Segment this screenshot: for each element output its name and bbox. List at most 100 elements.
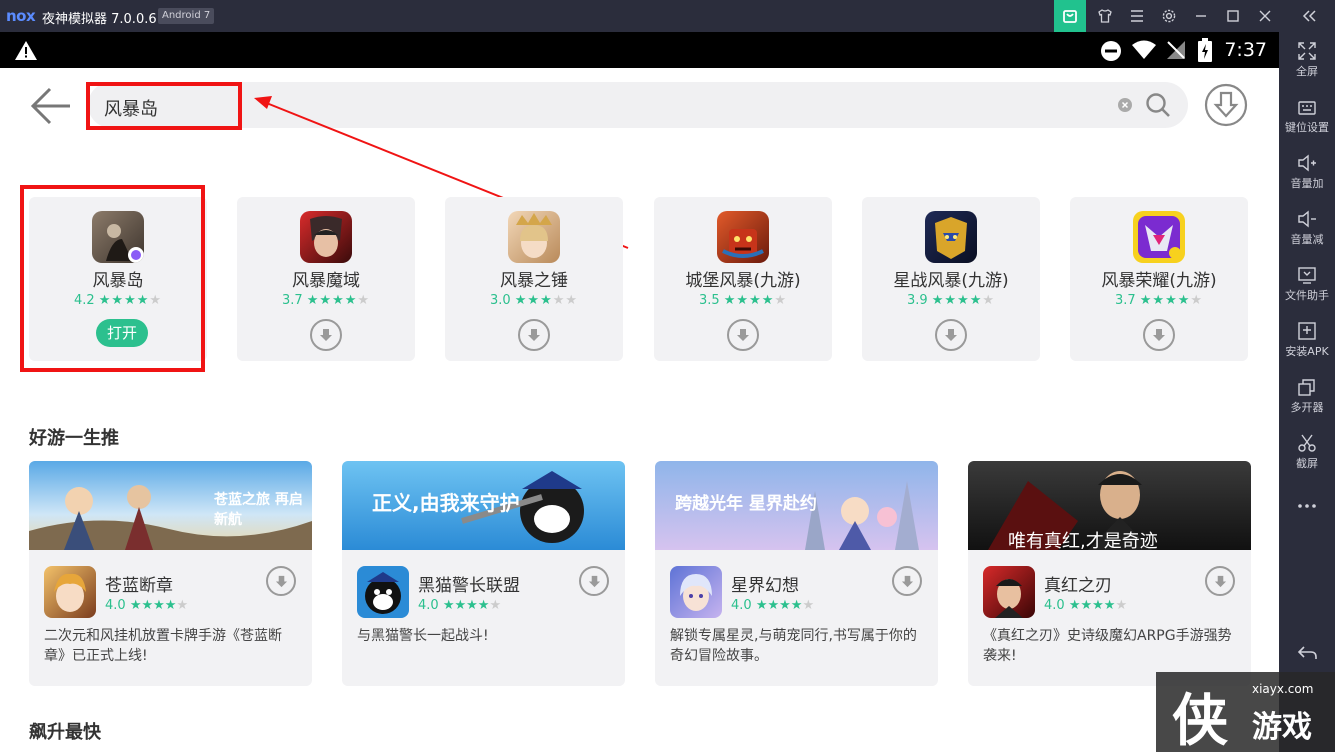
app-rating: 3.7 ★★★★★ (1114, 293, 1204, 308)
install-apk-icon (1298, 322, 1316, 340)
game-card[interactable]: 唯有真红,才是奇迹 真红之刃 4.0 ★★★★★ 《真红之刃》史诗级魔幻ARPG… (968, 461, 1251, 686)
volume-down-icon (1298, 210, 1316, 228)
close-icon (1259, 10, 1271, 22)
maximize-button[interactable] (1217, 0, 1249, 32)
sidebar-item-label: 安装APK (1285, 345, 1329, 358)
download-button[interactable] (892, 566, 922, 596)
result-card[interactable]: 城堡风暴(九游) 3.5 ★★★★★ (654, 197, 832, 361)
sidebar-item-file-helper[interactable]: 文件助手 (1279, 264, 1335, 303)
game-icon (357, 566, 409, 618)
app-icon-art (310, 216, 342, 257)
app-store-button[interactable] (1054, 0, 1086, 32)
download-icon (945, 329, 957, 341)
watermark-word: 游戏 (1252, 710, 1312, 745)
minimize-button[interactable] (1185, 0, 1217, 32)
collapse-sidebar-button[interactable] (1293, 0, 1325, 32)
multi-instance-icon (1298, 379, 1315, 396)
download-button[interactable] (266, 566, 296, 596)
watermark-logo-char: 侠 (1172, 689, 1228, 752)
sidebar-item-volume-down[interactable]: 音量减 (1279, 208, 1335, 247)
sidebar-item-fullscreen[interactable]: 全屏 (1279, 40, 1335, 79)
download-icon (275, 575, 287, 587)
double-chevron-left-icon (1302, 10, 1316, 22)
download-button[interactable] (518, 319, 550, 351)
sidebar-item-multi-instance[interactable]: 多开器 (1279, 376, 1335, 415)
result-card[interactable]: 风暴之锤 3.0 ★★★★★ (445, 197, 623, 361)
sidebar-item-screenshot[interactable]: 截屏 (1279, 432, 1335, 471)
game-card[interactable]: 正义,由我来守护 黑猫警长联盟 4.0 ★★★★★ 与黑猫警长一起战斗! (342, 461, 625, 686)
download-icon (1214, 575, 1226, 587)
app-icon-art (516, 213, 552, 258)
banner-text: 唯有真红,才是奇迹 (1008, 531, 1158, 552)
download-button[interactable] (1205, 566, 1235, 596)
game-icon-art (54, 573, 86, 612)
game-description: 解锁专属星灵,与萌宠同行,书写属于你的奇幻冒险故事。 (670, 628, 917, 664)
battery-charging-icon (1198, 38, 1212, 62)
app-icon (300, 211, 352, 263)
app-icon (925, 211, 977, 263)
back-arrow-icon[interactable] (30, 86, 72, 126)
sidebar-item-label: 截屏 (1296, 457, 1318, 470)
download-button[interactable] (310, 319, 342, 351)
search-icon[interactable] (1145, 92, 1171, 118)
result-card[interactable]: 风暴荣耀(九游) 3.7 ★★★★★ (1070, 197, 1248, 361)
download-button[interactable] (935, 319, 967, 351)
back-arrow-icon (1297, 646, 1317, 659)
app-center-content: 风暴岛 风暴岛 4.2 ★★★★★ 打开 风暴魔域 3.7 ★★★★★ 风暴之锤… (0, 68, 1279, 752)
sidebar-item-label: 多开器 (1290, 401, 1324, 414)
title-bar: nox 夜神模拟器 7.0.0.6 Android 7 (0, 0, 1335, 32)
sidebar-item-keymapping[interactable]: 键位设置 (1279, 96, 1335, 135)
game-description: 二次元和风挂机放置卡牌手游《苍蓝断章》已正式上线! (44, 628, 282, 664)
star-rating: ★★★★★ (723, 293, 788, 308)
section-title: 飙升最快 (29, 722, 101, 743)
warning-icon (15, 41, 37, 60)
result-card[interactable]: 风暴魔域 3.7 ★★★★★ (237, 197, 415, 361)
banner-text: 苍蓝之旅 再启新航 (214, 492, 303, 528)
game-icon-art (995, 579, 1023, 618)
minimize-icon (1196, 15, 1206, 17)
more-dots-icon (1298, 504, 1316, 508)
watermark-url: xiayx.com (1252, 682, 1314, 696)
wifi-icon (1132, 40, 1156, 59)
shop-bag-icon (1063, 10, 1077, 23)
site-watermark: 侠 xiayx.com 游戏 (1156, 672, 1335, 752)
sidebar-item-label: 键位设置 (1285, 121, 1329, 134)
game-name: 苍蓝断章 (105, 576, 173, 596)
download-button[interactable] (579, 566, 609, 596)
sidebar-item-label: 文件助手 (1285, 289, 1329, 302)
sidebar-item-install-apk[interactable]: 安装APK (1279, 320, 1335, 359)
sidebar-item-label: 全屏 (1296, 65, 1318, 78)
download-icon (320, 329, 332, 341)
game-card[interactable]: 跨越光年 星界赴约 星界幻想 4.0 ★★★★★ 解锁专属星灵,与萌宠同行,书写… (655, 461, 938, 686)
emulator-sidebar: 全屏 键位设置 音量加 音量减 文件助手 安装APK 多开器 截屏 (1279, 32, 1335, 752)
app-name: 星战风暴(九游) (893, 271, 1009, 291)
close-button[interactable] (1249, 0, 1281, 32)
result-card[interactable]: 星战风暴(九游) 3.9 ★★★★★ (862, 197, 1040, 361)
app-icon-art (935, 217, 967, 259)
download-icon (588, 575, 600, 587)
do-not-disturb-icon (1101, 41, 1121, 61)
game-rating: 4.0 ★★★★★ (1044, 598, 1128, 613)
clear-search-icon[interactable] (1118, 98, 1132, 112)
download-button[interactable] (727, 319, 759, 351)
settings-button[interactable] (1153, 0, 1185, 32)
sidebar-back-button[interactable] (1279, 644, 1335, 666)
game-banner: 苍蓝之旅 再启新航 (29, 461, 312, 550)
download-icon (528, 329, 540, 341)
app-name: 城堡风暴(九游) (685, 271, 801, 291)
gear-icon (1162, 9, 1176, 23)
sidebar-more-button[interactable] (1279, 494, 1335, 513)
sidebar-item-volume-up[interactable]: 音量加 (1279, 152, 1335, 191)
file-helper-icon (1298, 267, 1316, 284)
android-version-badge: Android 7 (158, 8, 215, 24)
app-name: 风暴荣耀(九游) (1101, 271, 1217, 291)
app-icon (1133, 211, 1185, 263)
download-manager-icon[interactable] (1204, 83, 1248, 127)
banner-text: 正义,由我来守护 (372, 491, 520, 515)
skin-button[interactable] (1089, 0, 1121, 32)
game-card[interactable]: 苍蓝之旅 再启新航 苍蓝断章 4.0 ★★★★★ 二次元和风挂机放置卡牌手游《苍… (29, 461, 312, 686)
download-button[interactable] (1143, 319, 1175, 351)
android-status-bar: 7:37 (0, 32, 1279, 68)
menu-button[interactable] (1121, 0, 1153, 32)
app-icon (508, 211, 560, 263)
